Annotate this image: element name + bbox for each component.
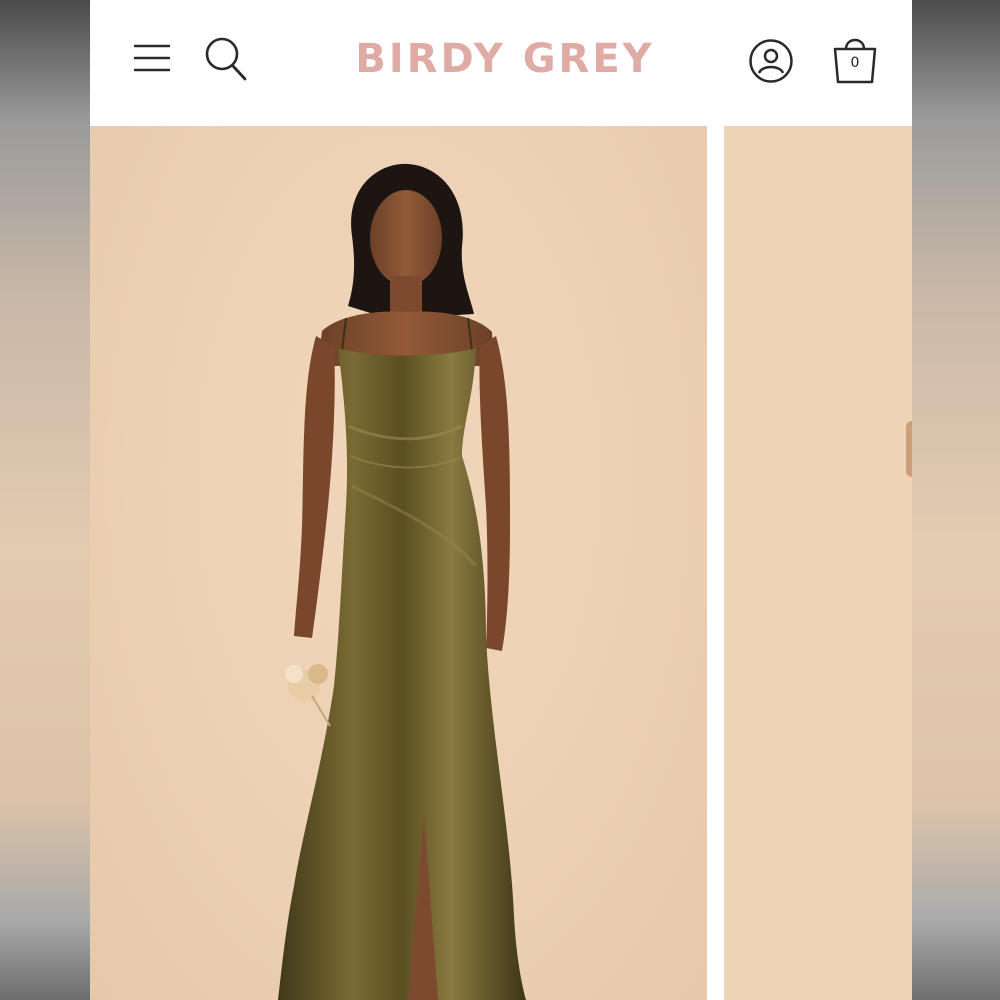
product-image-current[interactable] [90, 126, 707, 1000]
product-image-next[interactable] [724, 126, 912, 1000]
user-account-icon [749, 39, 793, 83]
product-image-carousel[interactable] [90, 126, 912, 1000]
backdrop-left [0, 0, 90, 1000]
next-image-preview-edge [906, 421, 912, 477]
menu-button[interactable] [130, 38, 174, 78]
cart-count-badge: 0 [850, 55, 860, 71]
hamburger-menu-icon [133, 44, 171, 72]
product-page: BIRDY GREY 0 [90, 0, 912, 1000]
account-button[interactable] [746, 36, 796, 86]
backdrop-right [912, 0, 1000, 1000]
model-photo [278, 163, 526, 1000]
brand-logo[interactable]: BIRDY GREY [320, 36, 690, 82]
search-button[interactable] [202, 34, 250, 84]
search-icon [205, 37, 247, 81]
cart-button[interactable]: 0 [828, 30, 882, 86]
site-header: BIRDY GREY 0 [90, 0, 912, 125]
